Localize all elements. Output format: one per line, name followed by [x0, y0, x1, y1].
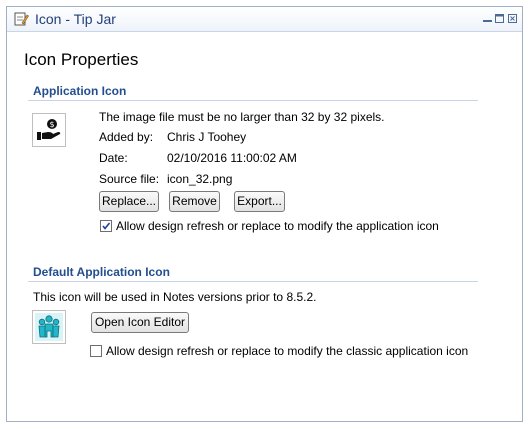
- page-title: Icon Properties: [24, 50, 139, 69]
- added-by-label: Added by:: [99, 130, 154, 144]
- default-icon-header-text: Default Application Icon: [33, 265, 170, 279]
- replace-button[interactable]: Replace...: [99, 191, 159, 212]
- remove-button[interactable]: Remove: [169, 191, 220, 212]
- close-icon[interactable]: [507, 13, 518, 24]
- people-group-icon: [35, 313, 63, 341]
- export-button[interactable]: Export...: [234, 191, 285, 212]
- allow-refresh-app-icon-label[interactable]: Allow design refresh or replace to modif…: [116, 219, 439, 233]
- allow-refresh-classic-icon-label[interactable]: Allow design refresh or replace to modif…: [106, 344, 468, 358]
- application-icon-preview: $: [32, 113, 66, 147]
- default-icon-preview: [32, 310, 66, 344]
- title-bar[interactable]: Icon - Tip Jar: [7, 7, 522, 32]
- properties-window: Icon - Tip Jar Icon Properties Applicati…: [6, 6, 523, 422]
- application-icon-header-text: Application Icon: [33, 84, 127, 98]
- checkmark-icon: [102, 222, 111, 230]
- source-file-label: Source file:: [99, 172, 160, 186]
- edit-document-icon: [13, 11, 29, 27]
- application-icon-header: Application Icon: [28, 83, 478, 101]
- default-icon-note: This icon will be used in Notes versions…: [33, 290, 317, 304]
- size-note: The image file must be no larger than 32…: [99, 110, 385, 124]
- window-title: Icon - Tip Jar: [35, 11, 116, 27]
- allow-refresh-classic-icon-checkbox[interactable]: [90, 345, 102, 357]
- date-label: Date:: [99, 151, 128, 165]
- open-icon-editor-button[interactable]: Open Icon Editor: [91, 312, 189, 333]
- svg-text:$: $: [49, 120, 54, 129]
- hand-holding-coin-icon: $: [37, 119, 61, 140]
- added-by-value: Chris J Toohey: [167, 130, 247, 144]
- maximize-icon[interactable]: [494, 13, 505, 24]
- default-icon-header: Default Application Icon: [28, 264, 478, 282]
- allow-refresh-app-icon-checkbox[interactable]: [100, 220, 112, 232]
- date-value: 02/10/2016 11:00:02 AM: [167, 151, 297, 165]
- source-file-value: icon_32.png: [167, 172, 233, 186]
- minimize-icon[interactable]: [482, 13, 493, 24]
